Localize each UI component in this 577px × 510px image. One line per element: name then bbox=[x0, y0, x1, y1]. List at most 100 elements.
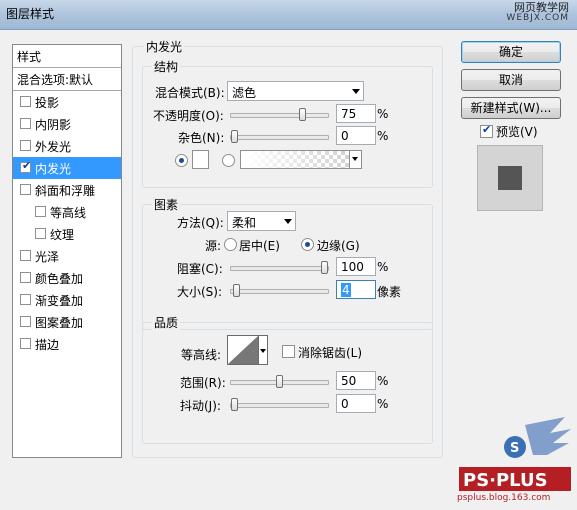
choke-input[interactable]: 100 bbox=[336, 257, 376, 276]
sidebar-item-checkbox[interactable] bbox=[20, 118, 31, 129]
choke-slider-thumb[interactable] bbox=[321, 261, 328, 274]
source-edge-radio[interactable] bbox=[301, 238, 314, 251]
solid-color-radio[interactable] bbox=[175, 154, 188, 167]
noise-slider[interactable] bbox=[230, 130, 329, 143]
noise-value: 0 bbox=[341, 129, 349, 143]
noise-input[interactable]: 0 bbox=[336, 126, 376, 145]
noise-unit: % bbox=[377, 129, 389, 143]
jitter-unit: % bbox=[377, 397, 389, 411]
checkmark-icon: ✔ bbox=[22, 159, 32, 172]
jitter-slider[interactable] bbox=[230, 398, 329, 411]
sidebar-item[interactable]: 等高线 bbox=[13, 201, 121, 223]
sidebar-item-checkbox[interactable] bbox=[35, 206, 46, 217]
dialog-body: 样式 混合选项:默认 投影 内阴影 外发光 ✔ 内发光 斜面和浮雕 等高线 纹理 光泽 颜色叠加渐… bbox=[0, 30, 577, 503]
jitter-value: 0 bbox=[341, 397, 349, 411]
style-list-header-label: 样式 bbox=[17, 50, 42, 64]
watermark-site: 网页教学网 bbox=[514, 1, 569, 14]
sidebar-item[interactable]: 描边 bbox=[13, 333, 121, 355]
sidebar-item[interactable]: 投影 bbox=[13, 91, 121, 113]
size-input[interactable]: 4 bbox=[336, 280, 376, 299]
size-slider-thumb[interactable] bbox=[233, 284, 240, 297]
source-edge-label[interactable]: 边缘(G) bbox=[317, 237, 360, 254]
choke-value: 100 bbox=[341, 260, 364, 274]
source-center-label[interactable]: 居中(E) bbox=[239, 237, 280, 254]
range-value: 50 bbox=[341, 374, 357, 388]
method-value: 柔和 bbox=[232, 216, 257, 230]
gradient-fade bbox=[241, 151, 361, 168]
noise-slider-thumb[interactable] bbox=[231, 130, 238, 143]
contour-picker[interactable] bbox=[227, 335, 259, 365]
sidebar-item[interactable]: 渐变叠加 bbox=[13, 289, 121, 311]
blend-mode-select[interactable]: 滤色 bbox=[227, 81, 364, 101]
range-unit: % bbox=[377, 374, 389, 388]
sidebar-item[interactable]: 外发光 bbox=[13, 135, 121, 157]
sidebar-item[interactable]: 颜色叠加 bbox=[13, 267, 121, 289]
noise-label: 杂色(N): bbox=[178, 131, 225, 145]
range-slider-thumb[interactable] bbox=[276, 375, 283, 388]
sidebar-item-checkbox[interactable] bbox=[20, 140, 31, 151]
opacity-slider-thumb[interactable] bbox=[299, 108, 306, 121]
opacity-slider[interactable] bbox=[230, 108, 329, 121]
sidebar-item-label: 光泽 bbox=[35, 250, 60, 264]
opacity-input[interactable]: 75 bbox=[336, 104, 376, 123]
checkmark-icon: ✔ bbox=[482, 123, 492, 136]
sidebar-item-checkbox[interactable] bbox=[20, 96, 31, 107]
choke-label: 阻塞(C): bbox=[177, 262, 223, 276]
watermark-top: 网页教学网 WEBJX.COM bbox=[506, 2, 569, 24]
sidebar-item-checkbox[interactable] bbox=[20, 294, 31, 305]
chevron-down-icon bbox=[260, 349, 266, 353]
gradient-radio[interactable] bbox=[222, 154, 235, 167]
sidebar-item-label: 内阴影 bbox=[35, 118, 72, 132]
sidebar-item[interactable]: 内阴影 bbox=[13, 113, 121, 135]
sidebar-item-label: 斜面和浮雕 bbox=[35, 184, 96, 198]
cancel-button[interactable]: 取消 bbox=[461, 69, 561, 91]
range-input[interactable]: 50 bbox=[336, 371, 376, 390]
gradient-dropdown-button[interactable] bbox=[349, 151, 361, 168]
sidebar-item-label: 纹理 bbox=[50, 228, 75, 242]
sidebar-item[interactable]: 图案叠加 bbox=[13, 311, 121, 333]
jitter-slider-thumb[interactable] bbox=[231, 398, 238, 411]
method-select[interactable]: 柔和 bbox=[227, 211, 296, 231]
contour-curve-icon bbox=[228, 336, 258, 364]
ok-button[interactable]: 确定 bbox=[461, 41, 561, 63]
sidebar-item-checkbox[interactable] bbox=[20, 272, 31, 283]
contour-dropdown-button[interactable] bbox=[259, 335, 268, 365]
glow-color-swatch[interactable] bbox=[192, 150, 209, 169]
blend-options-item[interactable]: 混合选项:默认 bbox=[13, 68, 121, 91]
sidebar-item[interactable]: 斜面和浮雕 bbox=[13, 179, 121, 201]
sidebar-item-label: 颜色叠加 bbox=[35, 272, 84, 286]
svg-text:S: S bbox=[510, 441, 519, 456]
source-label: 源: bbox=[205, 239, 222, 253]
sidebar-item-label: 外发光 bbox=[35, 140, 72, 154]
size-slider[interactable] bbox=[230, 284, 329, 297]
sidebar-item[interactable]: ✔ 内发光 bbox=[13, 157, 121, 179]
choke-slider[interactable] bbox=[230, 261, 329, 274]
sidebar-item[interactable]: 光泽 bbox=[13, 245, 121, 267]
sidebar-item-checkbox[interactable] bbox=[20, 338, 31, 349]
sidebar-item-checkbox[interactable] bbox=[35, 228, 46, 239]
sidebar-item-label: 渐变叠加 bbox=[35, 294, 84, 308]
size-value: 4 bbox=[341, 283, 351, 297]
range-label: 范围(R): bbox=[180, 376, 226, 390]
sidebar-item-checkbox[interactable] bbox=[20, 316, 31, 327]
sidebar-item-checkbox[interactable] bbox=[20, 250, 31, 261]
glow-gradient-picker[interactable] bbox=[240, 150, 362, 169]
style-list-header[interactable]: 样式 bbox=[13, 45, 121, 68]
source-center-radio[interactable] bbox=[224, 238, 237, 251]
inner-glow-title: 内发光 bbox=[144, 38, 185, 55]
antialias-checkbox[interactable] bbox=[282, 345, 295, 358]
antialias-label[interactable]: 消除锯齿(L) bbox=[298, 344, 362, 361]
sidebar-item-label: 内发光 bbox=[35, 162, 72, 176]
sidebar-item-checkbox[interactable] bbox=[20, 184, 31, 195]
title-bar: 图层样式 网页教学网 WEBJX.COM bbox=[0, 0, 577, 30]
preview-checkbox[interactable]: ✔ bbox=[480, 123, 493, 138]
new-style-button[interactable]: 新建样式(W)... bbox=[461, 97, 561, 119]
sidebar-item-checkbox[interactable]: ✔ bbox=[20, 159, 32, 173]
blend-mode-label: 混合模式(B): bbox=[155, 86, 225, 100]
sidebar-item[interactable]: 纹理 bbox=[13, 223, 121, 245]
range-slider[interactable] bbox=[230, 375, 329, 388]
opacity-value: 75 bbox=[341, 107, 357, 121]
choke-unit: % bbox=[377, 260, 389, 274]
preview-label[interactable]: 预览(V) bbox=[496, 123, 538, 140]
jitter-input[interactable]: 0 bbox=[336, 394, 376, 413]
